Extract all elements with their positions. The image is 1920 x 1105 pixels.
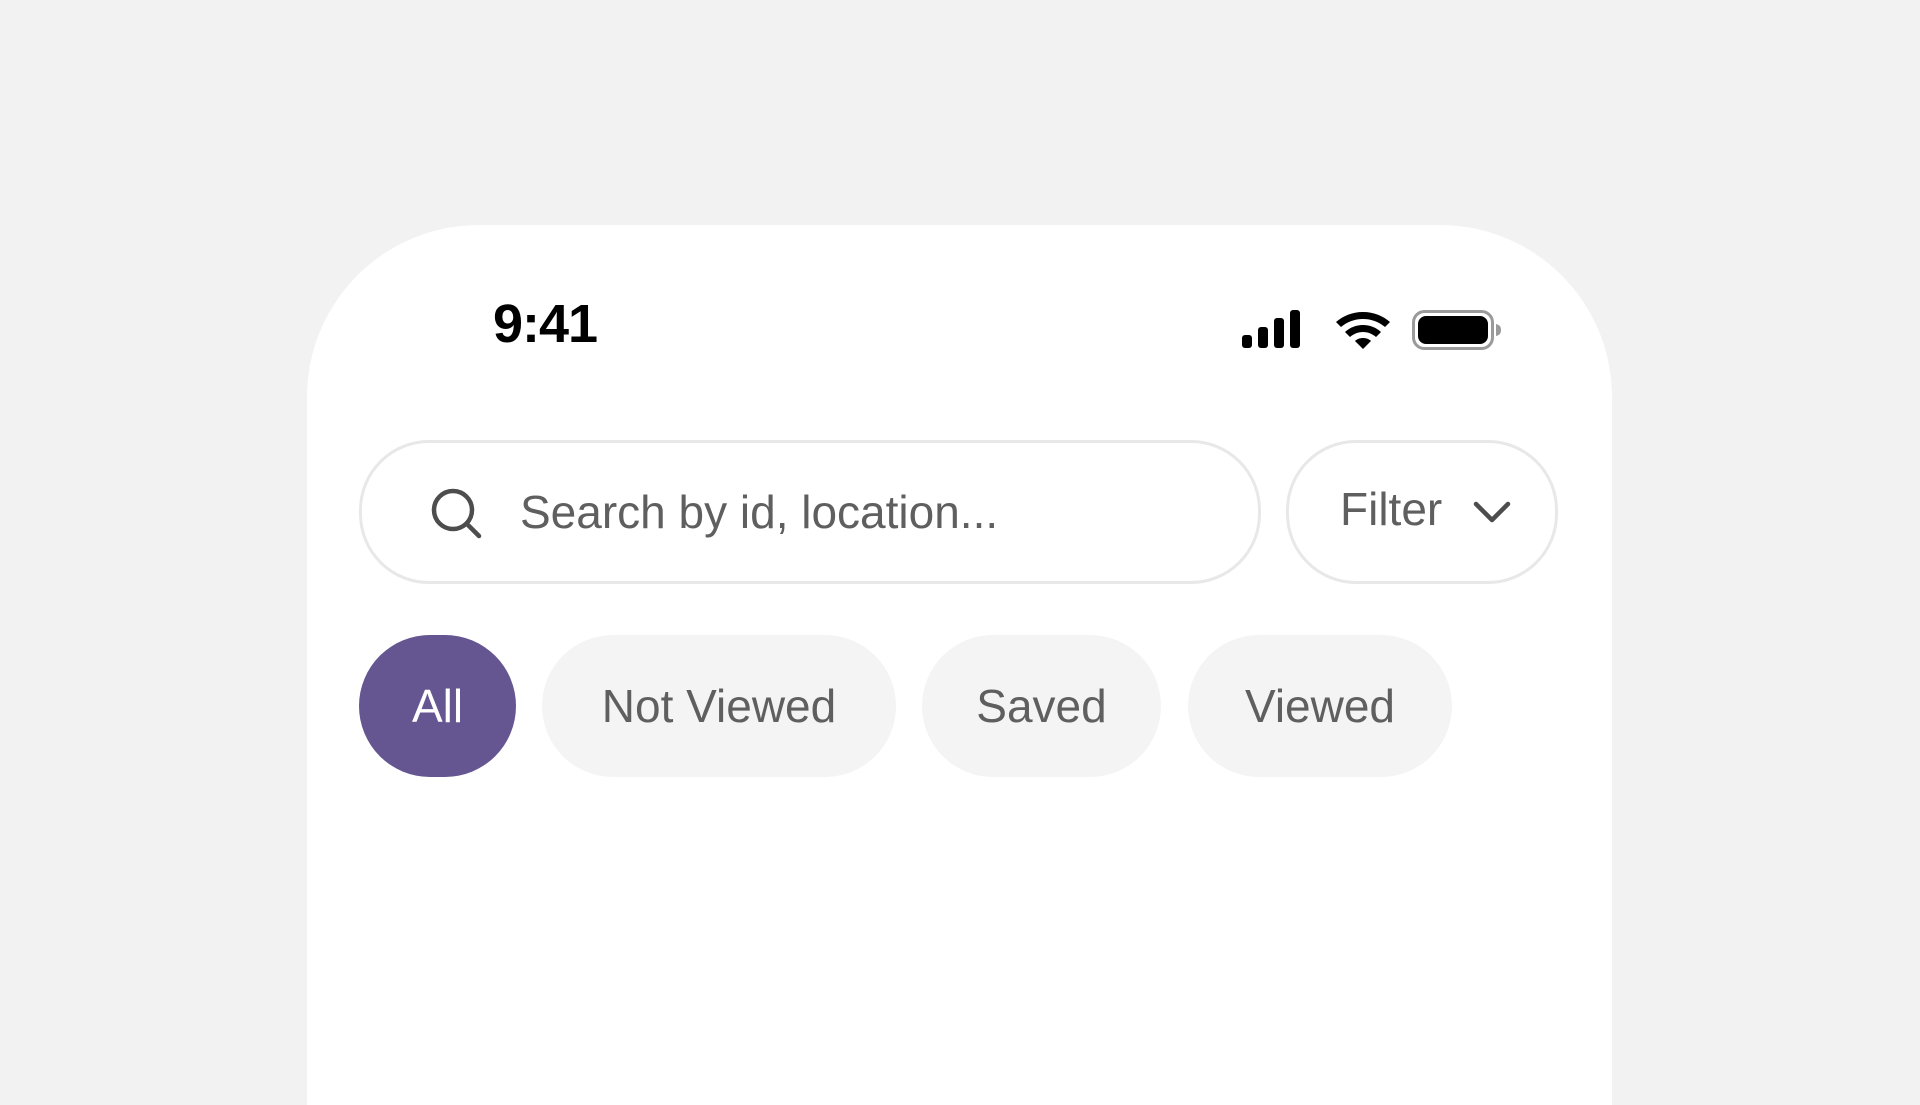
filter-button[interactable]: Filter: [1286, 440, 1558, 584]
signal-icon: [1242, 310, 1300, 348]
search-row: Filter: [359, 440, 1569, 584]
search-input[interactable]: [520, 481, 1220, 543]
filter-chips: All Not Viewed Saved Viewed: [359, 635, 1569, 777]
phone-screen: 9:41 Search by id, location... Filter Al…: [307, 225, 1612, 1105]
filter-label: Filter: [1340, 483, 1443, 535]
search-box[interactable]: [359, 440, 1261, 584]
search-icon: [431, 488, 482, 539]
wifi-icon: [1336, 312, 1390, 349]
chevron-down-icon: [1473, 501, 1511, 523]
status-time: 9:41: [493, 294, 598, 354]
status-bar: 9:41: [307, 225, 1612, 351]
chip-saved[interactable]: Saved: [922, 635, 1161, 777]
battery-icon: [1412, 310, 1501, 350]
status-icons: [1242, 308, 1522, 356]
chip-viewed[interactable]: Viewed: [1188, 635, 1452, 777]
chip-all[interactable]: All: [359, 635, 516, 777]
chip-not-viewed[interactable]: Not Viewed: [542, 635, 896, 777]
